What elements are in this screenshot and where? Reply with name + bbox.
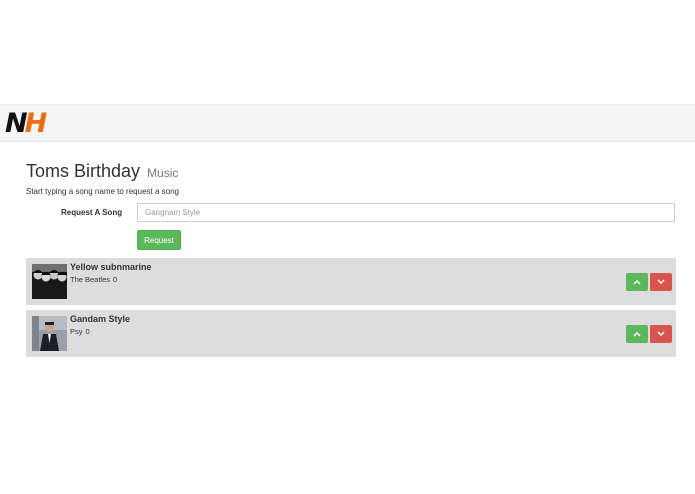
chevron-down-icon <box>657 279 665 284</box>
chevron-up-icon <box>633 332 641 337</box>
album-art-beatles <box>32 264 67 299</box>
song-meta: The Beatles 0 <box>70 275 117 284</box>
song-artist: Psy <box>70 327 83 336</box>
logo-letter-h: H <box>24 108 48 139</box>
request-button[interactable]: Request <box>137 230 181 250</box>
navbar: NH <box>0 104 695 142</box>
upvote-button[interactable] <box>626 325 648 343</box>
album-art-psy <box>32 316 67 351</box>
song-votes: 0 <box>85 327 90 336</box>
song-title: Yellow subnmarine <box>70 262 152 272</box>
song-list-item: Yellow subnmarine The Beatles 0 <box>26 258 676 305</box>
downvote-button[interactable] <box>650 325 672 343</box>
song-search-input[interactable] <box>137 203 675 222</box>
page-title: Toms Birthday Music <box>26 161 178 182</box>
brand-logo[interactable]: NH <box>5 108 48 139</box>
song-artist: The Beatles <box>70 275 111 284</box>
logo-letter-n: N <box>5 108 28 139</box>
downvote-button[interactable] <box>650 273 672 291</box>
song-list-item: Gandam Style Psy 0 <box>26 310 676 357</box>
chevron-down-icon <box>657 331 665 336</box>
request-song-label: Request A Song <box>61 208 123 217</box>
upvote-button[interactable] <box>626 273 648 291</box>
chevron-up-icon <box>633 280 641 285</box>
event-name: Toms Birthday <box>26 161 141 181</box>
request-hint: Start typing a song name to request a so… <box>26 187 179 196</box>
song-meta: Psy 0 <box>70 327 90 336</box>
song-votes: 0 <box>113 275 118 284</box>
song-title: Gandam Style <box>70 314 131 324</box>
page-subtitle: Music <box>147 166 179 180</box>
